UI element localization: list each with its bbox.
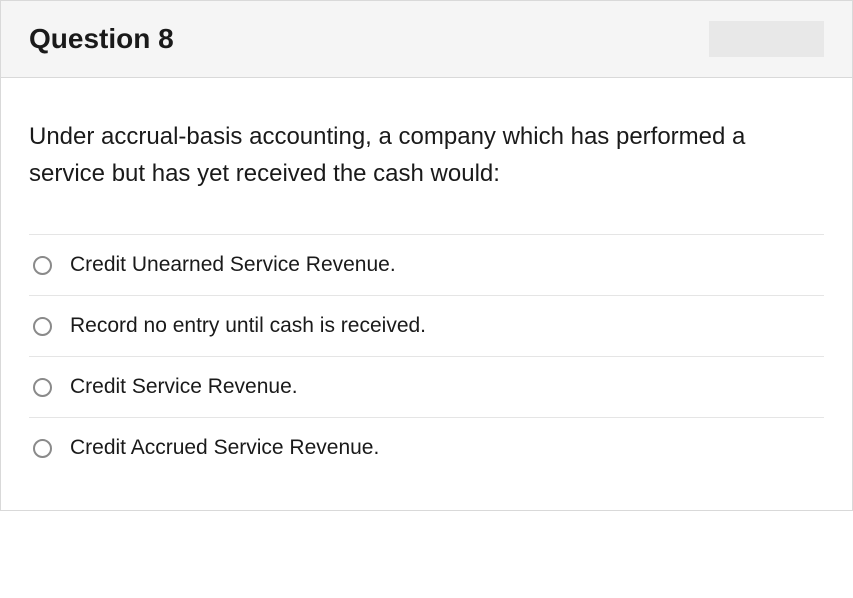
option-item-3[interactable]: Credit Service Revenue. [29,356,824,417]
radio-icon [33,439,52,458]
option-label: Credit Unearned Service Revenue. [70,253,396,277]
option-label: Credit Accrued Service Revenue. [70,436,379,460]
option-label: Credit Service Revenue. [70,375,298,399]
radio-icon [33,256,52,275]
question-card: Question 8 Under accrual-basis accountin… [0,0,853,511]
option-label: Record no entry until cash is received. [70,314,426,338]
question-text: Under accrual-basis accounting, a compan… [29,118,824,192]
question-header: Question 8 [1,1,852,78]
option-item-2[interactable]: Record no entry until cash is received. [29,295,824,356]
option-item-4[interactable]: Credit Accrued Service Revenue. [29,417,824,474]
option-item-1[interactable]: Credit Unearned Service Revenue. [29,234,824,295]
options-list: Credit Unearned Service Revenue. Record … [29,234,824,474]
points-box [709,21,824,57]
radio-icon [33,378,52,397]
question-body: Under accrual-basis accounting, a compan… [1,78,852,510]
question-title: Question 8 [29,23,174,55]
radio-icon [33,317,52,336]
